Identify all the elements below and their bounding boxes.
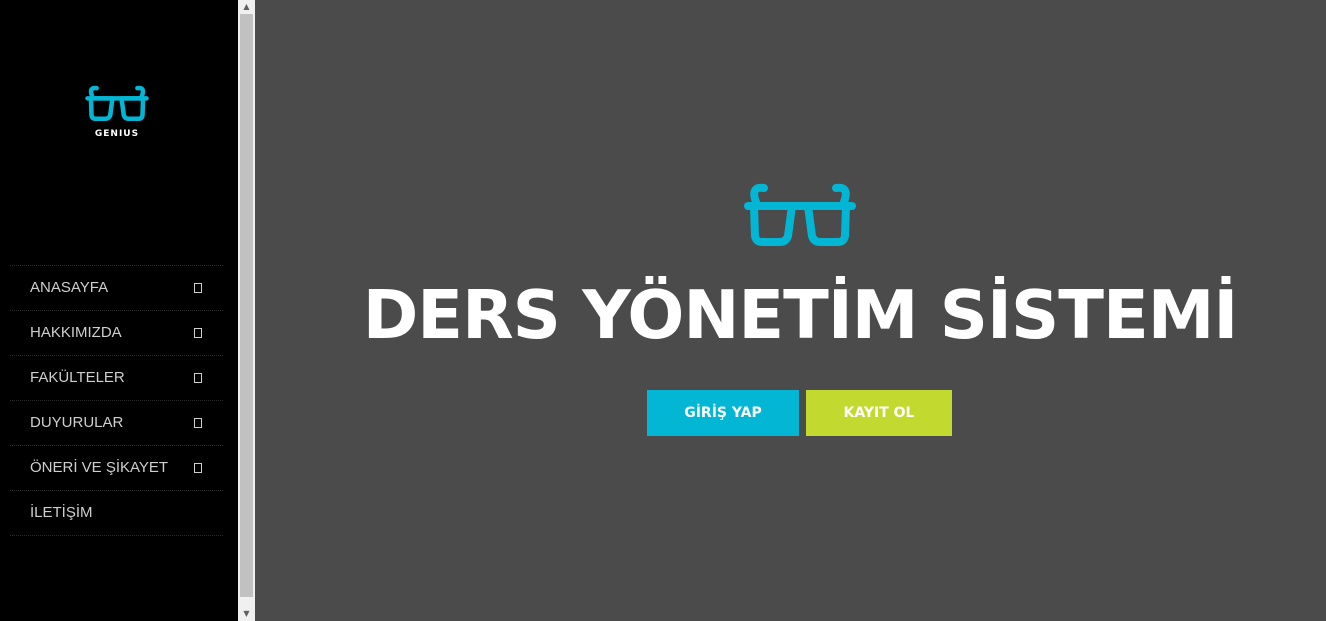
logo[interactable]: GENIUS: [0, 84, 234, 139]
sidebar-item-label: DUYURULAR: [30, 414, 124, 431]
hero-section: DERS YÖNETİM SİSTEMİ GİRİŞ YAP KAYIT OL: [255, 0, 1326, 621]
sidebar-item-label: İLETİŞİM: [30, 504, 93, 521]
submenu-caret-icon: [194, 373, 202, 383]
sidebar-item-duyurular[interactable]: DUYURULAR: [10, 401, 223, 446]
scroll-down-arrow-icon[interactable]: ▼: [238, 607, 255, 621]
register-button[interactable]: KAYIT OL: [806, 390, 952, 436]
sidebar-item-label: ANASAYFA: [30, 279, 109, 296]
submenu-caret-icon: [194, 463, 202, 473]
scrollbar-thumb[interactable]: [240, 14, 253, 597]
sidebar-nav: ANASAYFA HAKKIMIZDA FAKÜLTELER DUYURULAR…: [10, 265, 223, 536]
login-button[interactable]: GİRİŞ YAP: [647, 390, 799, 436]
sidebar-item-label: HAKKIMIZDA: [30, 324, 122, 341]
glasses-icon: [85, 85, 149, 121]
sidebar-item-oneri-ve-sikayet[interactable]: ÖNERİ VE ŞİKAYET: [10, 446, 223, 491]
sidebar-item-fakulteler[interactable]: FAKÜLTELER: [10, 356, 223, 401]
sidebar-item-label: FAKÜLTELER: [30, 369, 125, 386]
scroll-up-arrow-icon[interactable]: ▲: [238, 0, 255, 14]
submenu-caret-icon: [194, 283, 202, 293]
submenu-caret-icon: [194, 328, 202, 338]
glasses-icon: [744, 183, 856, 246]
logo-text: GENIUS: [94, 129, 140, 139]
submenu-caret-icon: [194, 418, 202, 428]
sidebar: GENIUS ANASAYFA HAKKIMIZDA FAKÜLTELER DU…: [0, 0, 238, 621]
scrollbar[interactable]: ▲ ▼: [238, 0, 255, 621]
sidebar-item-label: ÖNERİ VE ŞİKAYET: [30, 459, 169, 476]
sidebar-item-hakkimizda[interactable]: HAKKIMIZDA: [10, 311, 223, 356]
sidebar-item-iletisim[interactable]: İLETİŞİM: [10, 491, 223, 536]
sidebar-item-anasayfa[interactable]: ANASAYFA: [10, 266, 223, 311]
page-title: DERS YÖNETİM SİSTEMİ: [362, 276, 1239, 354]
